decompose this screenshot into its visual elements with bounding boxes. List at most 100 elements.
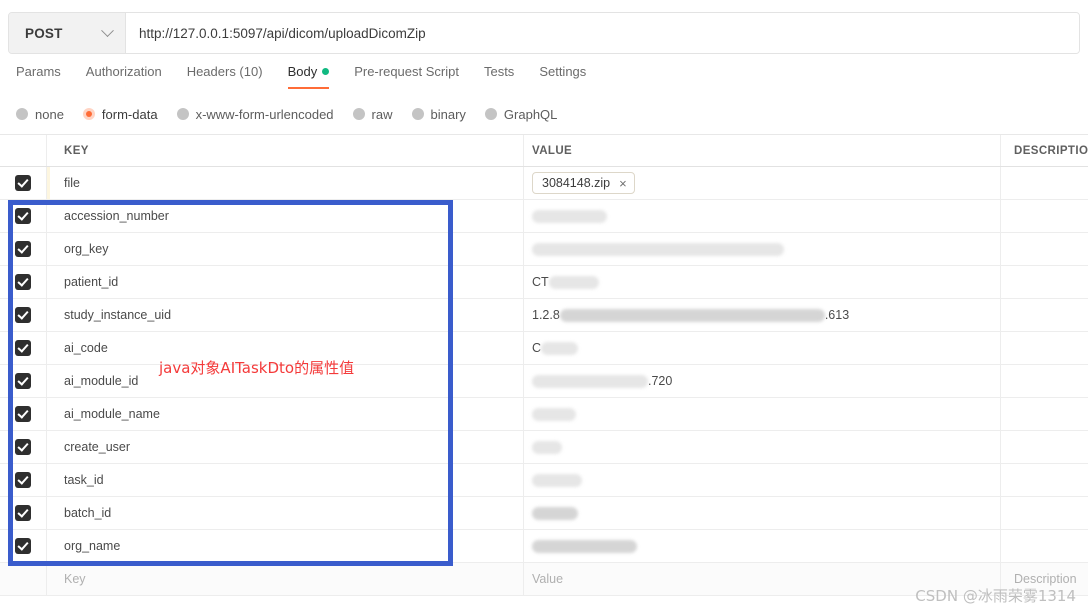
row-key[interactable]: org_name — [47, 530, 524, 562]
row-value[interactable] — [524, 398, 1001, 430]
row-key[interactable]: patient_id — [47, 266, 524, 298]
table-row[interactable]: file 3084148.zip × — [0, 167, 1088, 200]
row-key[interactable]: ai_module_name — [47, 398, 524, 430]
row-value[interactable] — [524, 200, 1001, 232]
row-checkbox[interactable] — [15, 505, 31, 521]
body-type-form-data[interactable]: form-data — [82, 106, 158, 122]
row-value[interactable] — [524, 464, 1001, 496]
row-value[interactable]: CT — [524, 266, 1001, 298]
body-modified-dot-icon — [322, 68, 330, 75]
row-value[interactable]: .720 — [524, 365, 1001, 397]
table-row[interactable]: batch_id — [0, 497, 1088, 530]
redaction-bar — [532, 506, 578, 520]
tab-headers[interactable]: Headers (10) — [187, 62, 263, 89]
redaction-bar — [532, 473, 582, 487]
row-key[interactable]: file — [47, 167, 524, 199]
redacted-value — [532, 506, 578, 520]
row-checkbox[interactable] — [15, 175, 31, 191]
row-checkbox[interactable] — [15, 439, 31, 455]
row-value[interactable] — [524, 530, 1001, 562]
row-key[interactable]: study_instance_uid — [47, 299, 524, 331]
request-url-input[interactable]: http://127.0.0.1:5097/api/dicom/uploadDi… — [126, 13, 1079, 53]
radio-icon — [352, 108, 365, 120]
header-value: VALUE — [524, 135, 1001, 166]
tab-tests[interactable]: Tests — [484, 62, 514, 89]
redacted-value — [532, 407, 576, 421]
row-value[interactable]: C — [524, 332, 1001, 364]
new-key-input[interactable]: Key — [47, 563, 524, 595]
table-row[interactable]: study_instance_uid 1.2.8 .613 — [0, 299, 1088, 332]
row-checkbox[interactable] — [15, 340, 31, 356]
row-value[interactable] — [524, 497, 1001, 529]
row-description[interactable] — [1001, 431, 1088, 463]
tab-label: Params — [16, 64, 61, 79]
row-checkbox[interactable] — [15, 373, 31, 389]
redaction-bar — [548, 275, 599, 289]
row-description[interactable] — [1001, 233, 1088, 265]
row-checkbox-cell — [0, 266, 47, 298]
table-row[interactable]: org_name — [0, 530, 1088, 563]
close-icon[interactable]: × — [619, 177, 627, 190]
tab-settings[interactable]: Settings — [539, 62, 586, 89]
row-value[interactable] — [524, 431, 1001, 463]
row-description[interactable] — [1001, 497, 1088, 529]
row-checkbox-cell — [0, 167, 47, 199]
row-key[interactable]: org_key — [47, 233, 524, 265]
row-checkbox[interactable] — [15, 274, 31, 290]
tab-label: Tests — [483, 64, 515, 79]
row-description[interactable] — [1001, 299, 1088, 331]
row-description[interactable] — [1001, 266, 1088, 298]
row-checkbox[interactable] — [15, 241, 31, 257]
row-checkbox[interactable] — [15, 472, 31, 488]
body-type-label: binary — [430, 106, 466, 122]
tab-params[interactable]: Params — [16, 62, 61, 89]
redacted-value — [532, 440, 562, 454]
table-row[interactable]: org_key — [0, 233, 1088, 266]
tab-pre-request-script[interactable]: Pre-request Script — [354, 62, 459, 89]
radio-icon — [484, 108, 497, 120]
tab-body[interactable]: Body — [287, 62, 330, 89]
row-checkbox-cell — [0, 299, 47, 331]
row-description[interactable] — [1001, 530, 1088, 562]
row-checkbox[interactable] — [15, 208, 31, 224]
body-type-graphql[interactable]: GraphQL — [484, 107, 557, 122]
redacted-value — [532, 209, 607, 223]
row-checkbox-cell — [0, 464, 47, 496]
table-row[interactable]: patient_id CT — [0, 266, 1088, 299]
row-value[interactable]: 3084148.zip × — [524, 167, 1001, 199]
row-key[interactable]: create_user — [47, 431, 524, 463]
row-checkbox[interactable] — [15, 538, 31, 554]
table-row[interactable]: create_user — [0, 431, 1088, 464]
row-checkbox[interactable] — [15, 406, 31, 422]
row-key[interactable]: accession_number — [47, 200, 524, 232]
body-type-label: form-data — [101, 106, 158, 122]
row-key[interactable]: task_id — [47, 464, 524, 496]
row-description[interactable] — [1001, 464, 1088, 496]
row-description[interactable] — [1001, 167, 1088, 199]
redacted-value — [532, 242, 784, 256]
body-type-label: none — [35, 106, 64, 122]
body-type-label: x-www-form-urlencoded — [195, 106, 334, 122]
http-method-select[interactable]: POST — [9, 13, 126, 53]
watermark: CSDN @冰雨荣雾1314 — [915, 587, 1076, 605]
body-type-none[interactable]: none — [16, 107, 64, 122]
table-row[interactable]: task_id — [0, 464, 1088, 497]
row-description[interactable] — [1001, 200, 1088, 232]
file-chip[interactable]: 3084148.zip × — [532, 172, 635, 194]
table-row[interactable]: accession_number — [0, 200, 1088, 233]
body-type-raw[interactable]: raw — [352, 107, 393, 122]
redaction-bar — [532, 407, 576, 421]
row-description[interactable] — [1001, 365, 1088, 397]
body-type-binary[interactable]: binary — [411, 106, 466, 122]
header-key: KEY — [47, 135, 524, 166]
tab-authorization[interactable]: Authorization — [86, 62, 162, 89]
row-description[interactable] — [1001, 398, 1088, 430]
table-row[interactable]: ai_module_name — [0, 398, 1088, 431]
row-description[interactable] — [1001, 332, 1088, 364]
body-type-x-www-form-urlencoded[interactable]: x-www-form-urlencoded — [176, 106, 334, 122]
row-value[interactable]: 1.2.8 .613 — [524, 299, 1001, 331]
row-value[interactable] — [524, 233, 1001, 265]
row-checkbox[interactable] — [15, 307, 31, 323]
row-key[interactable]: batch_id — [47, 497, 524, 529]
redacted-value — [548, 275, 599, 289]
